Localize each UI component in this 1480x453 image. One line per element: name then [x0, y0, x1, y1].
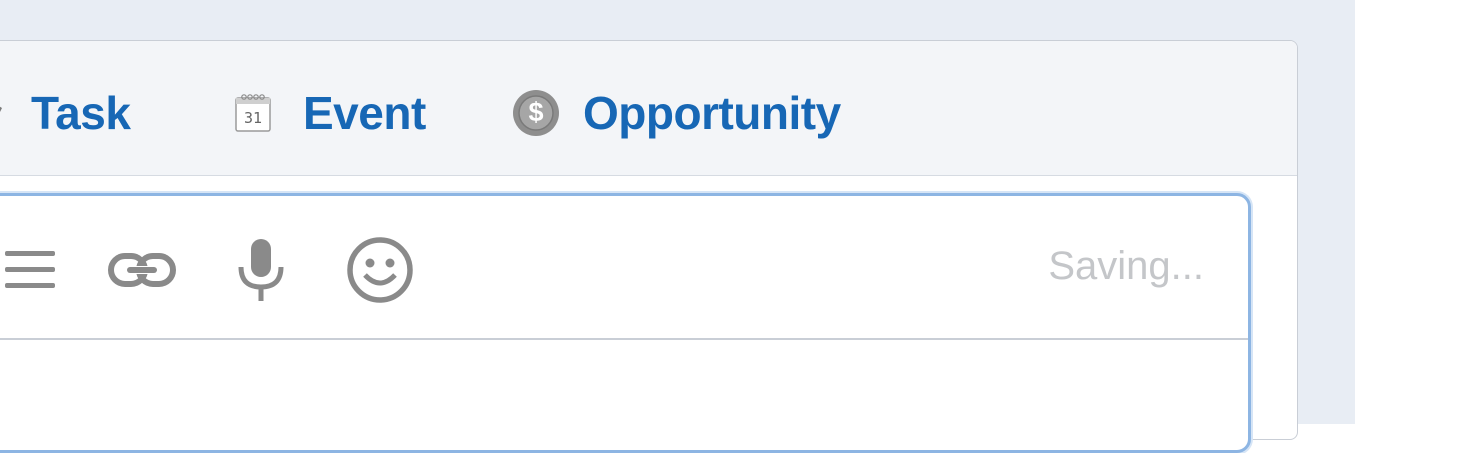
- tab-task[interactable]: Task: [0, 85, 131, 141]
- pencil-icon: [0, 93, 15, 133]
- dollar-sign: $: [528, 97, 544, 127]
- list-button[interactable]: [3, 240, 57, 304]
- dollar-coin-icon: $: [511, 88, 561, 138]
- tab-task-label: Task: [31, 87, 131, 139]
- emoji-icon: [345, 235, 415, 310]
- link-icon: [107, 248, 177, 297]
- link-button[interactable]: [107, 240, 177, 304]
- tab-opportunity[interactable]: $ Opportunity: [511, 85, 841, 141]
- publisher-tabbar: Task 31 Event $ Opportunity: [0, 41, 1297, 176]
- tab-event[interactable]: 31 Event: [233, 85, 426, 141]
- tab-event-label: Event: [303, 87, 426, 139]
- post-composer[interactable]: Saving...: [0, 193, 1251, 453]
- microphone-icon: [233, 237, 289, 308]
- calendar-icon-day: 31: [243, 109, 263, 127]
- list-icon: [3, 245, 57, 300]
- saving-status: Saving...: [1048, 244, 1204, 288]
- emoji-button[interactable]: [345, 236, 415, 304]
- tab-opportunity-label: Opportunity: [583, 87, 841, 139]
- microphone-button[interactable]: [233, 238, 289, 304]
- composer-toolbar: Saving...: [0, 196, 1248, 340]
- calendar-icon: 31: [233, 91, 273, 135]
